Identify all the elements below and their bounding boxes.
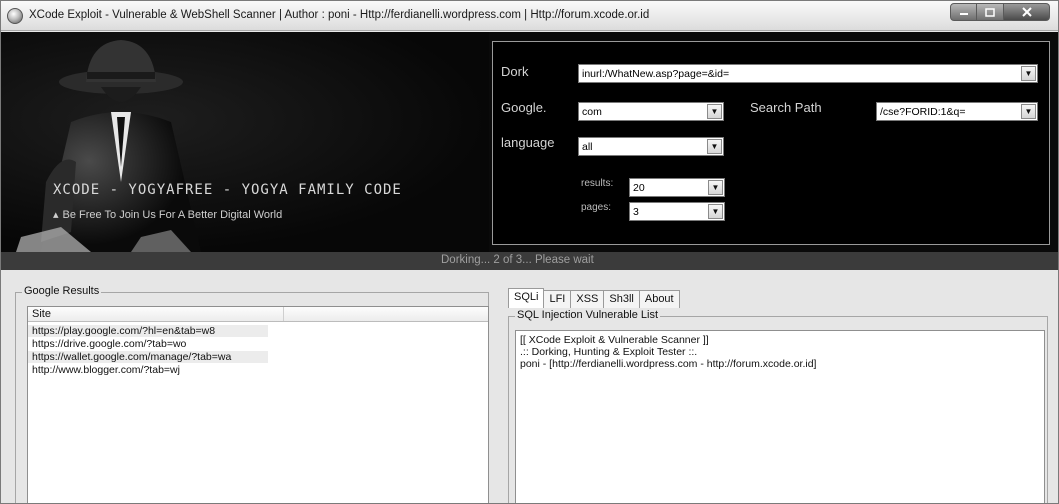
google-label: Google. xyxy=(501,100,547,115)
minimize-button[interactable] xyxy=(950,3,977,21)
tab-sh3ll[interactable]: Sh3ll xyxy=(603,290,640,308)
banner-title: XCODE - YOGYAFREE - YOGYA FAMILY CODE xyxy=(53,182,402,198)
results-value: 20 xyxy=(633,182,645,194)
status-text: Dorking... 2 of 3... Please wait xyxy=(441,254,594,266)
results-area: Google Results Site https://play.google.… xyxy=(1,270,1058,503)
sqli-group-title: SQL Injection Vulnerable List xyxy=(515,309,661,321)
site-column-header[interactable]: Site xyxy=(32,308,51,320)
sqli-output-textarea[interactable]: [[ XCode Exploit & Vulnerable Scanner ]]… xyxy=(515,330,1045,503)
output-line: .:: Dorking, Hunting & Exploit Tester ::… xyxy=(520,346,698,358)
app-icon[interactable] xyxy=(7,8,23,24)
results-combobox[interactable]: 20 ▼ xyxy=(629,178,725,197)
search-settings-panel: Dork inurl:/WhatNew.asp?page=&id= ▼ Goog… xyxy=(492,41,1050,245)
google-results-list[interactable]: Site https://play.google.com/?hl=en&tab=… xyxy=(27,306,489,503)
google-domain-value: com xyxy=(582,106,602,118)
tab-lfi[interactable]: LFI xyxy=(543,290,572,308)
dork-value: inurl:/WhatNew.asp?page=&id= xyxy=(582,68,730,80)
window-controls xyxy=(950,3,1050,23)
language-combobox[interactable]: all ▼ xyxy=(578,137,724,156)
language-label: language xyxy=(501,135,555,150)
search-path-value: /cse?FORID:1&q= xyxy=(880,106,966,118)
language-value: all xyxy=(582,141,593,153)
maximize-button[interactable] xyxy=(977,3,1004,21)
tab-sqli[interactable]: SQLi xyxy=(508,288,545,308)
table-row[interactable]: http://www.blogger.com/?tab=wj xyxy=(28,364,268,376)
search-path-combobox[interactable]: /cse?FORID:1&q= ▼ xyxy=(876,102,1038,121)
status-bar: Dorking... 2 of 3... Please wait xyxy=(1,252,1058,270)
list-header[interactable]: Site xyxy=(28,307,488,322)
maximize-icon xyxy=(985,7,995,17)
column-divider[interactable] xyxy=(283,307,284,321)
close-icon xyxy=(1021,7,1032,17)
google-results-title: Google Results xyxy=(22,285,102,297)
search-path-label: Search Path xyxy=(750,100,822,115)
dropdown-arrow-icon[interactable]: ▼ xyxy=(708,204,723,219)
header-banner: XCODE - YOGYAFREE - YOGYA FAMILY CODE ▴ B… xyxy=(1,32,1058,252)
dropdown-arrow-icon[interactable]: ▼ xyxy=(708,180,723,195)
pages-combobox[interactable]: 3 ▼ xyxy=(629,202,725,221)
dropdown-arrow-icon[interactable]: ▼ xyxy=(707,104,722,119)
dropdown-arrow-icon[interactable]: ▼ xyxy=(1021,66,1036,81)
minimize-icon xyxy=(959,13,968,15)
google-domain-combobox[interactable]: com ▼ xyxy=(578,102,724,121)
window-title: XCode Exploit - Vulnerable & WebShell Sc… xyxy=(29,9,650,21)
marker-icon: ▴ xyxy=(53,209,59,221)
pages-label: pages: xyxy=(581,202,612,213)
close-button[interactable] xyxy=(1004,3,1050,21)
output-line: poni - [http://ferdianelli.wordpress.com… xyxy=(520,358,817,370)
output-line: [[ XCode Exploit & Vulnerable Scanner ]] xyxy=(520,334,709,346)
dork-combobox[interactable]: inurl:/WhatNew.asp?page=&id= ▼ xyxy=(578,64,1038,83)
dropdown-arrow-icon[interactable]: ▼ xyxy=(1021,104,1036,119)
dork-label: Dork xyxy=(501,64,529,79)
banner-artwork: XCODE - YOGYAFREE - YOGYA FAMILY CODE ▴ B… xyxy=(1,32,489,252)
banner-subtitle: Be Free To Join Us For A Better Digital … xyxy=(62,209,283,221)
results-label: results: xyxy=(581,178,614,189)
pages-value: 3 xyxy=(633,206,639,218)
dropdown-arrow-icon[interactable]: ▼ xyxy=(707,139,722,154)
scanner-tabs: SQLi LFI XSS Sh3ll About xyxy=(508,288,680,308)
table-row[interactable]: https://drive.google.com/?tab=wo xyxy=(28,338,268,350)
title-bar[interactable]: XCode Exploit - Vulnerable & WebShell Sc… xyxy=(1,1,1058,31)
table-row[interactable]: https://wallet.google.com/manage/?tab=wa xyxy=(28,351,268,363)
app-window: XCode Exploit - Vulnerable & WebShell Sc… xyxy=(0,0,1059,504)
tab-about[interactable]: About xyxy=(638,290,680,308)
banner-subtitle-row: ▴ Be Free To Join Us For A Better Digital… xyxy=(53,208,282,221)
table-row[interactable]: https://play.google.com/?hl=en&tab=w8 xyxy=(28,325,268,337)
tab-xss[interactable]: XSS xyxy=(570,290,605,308)
